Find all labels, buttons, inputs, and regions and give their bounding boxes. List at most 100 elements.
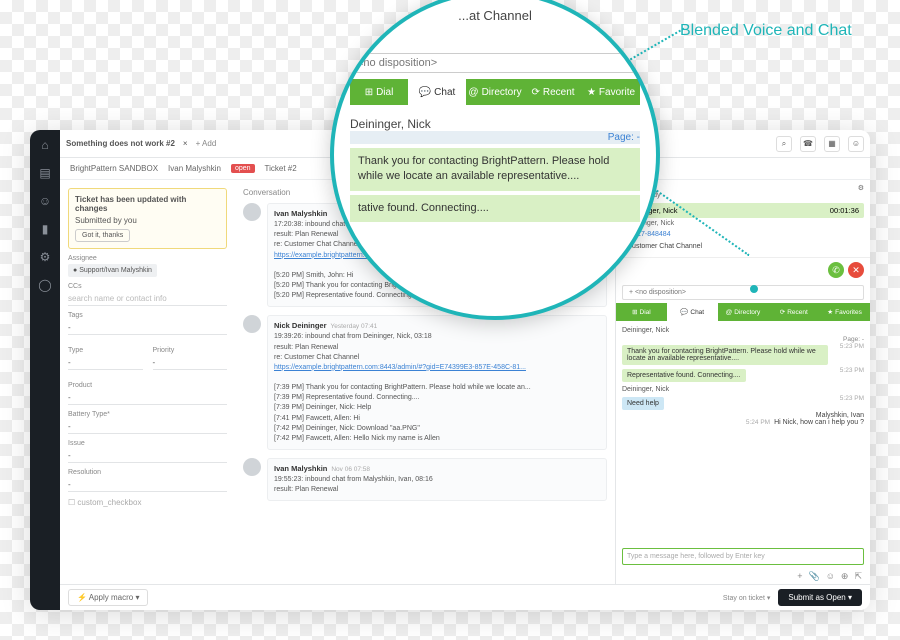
avatar xyxy=(243,203,261,221)
agent-message: Hi Nick, how can i help you ? xyxy=(774,419,864,426)
talk-icon[interactable]: ☎ xyxy=(800,136,816,152)
tab-favorites[interactable]: ★ Favorites xyxy=(819,303,870,321)
post-line: [7:39 PM] Representative found. Connecti… xyxy=(274,393,600,403)
mag-from: Deininger, Nick xyxy=(350,117,640,131)
active-interaction[interactable]: Deininger, Nick00:01:36 xyxy=(622,203,864,218)
mag-title: ...at Channel xyxy=(350,8,640,23)
link[interactable]: https://example.brightpattern.com:8443/a… xyxy=(274,364,526,371)
end-button[interactable]: ✕ xyxy=(848,262,864,278)
chat-from: Deininger, Nick xyxy=(622,327,864,334)
submit-button[interactable]: Submit as Open ▾ xyxy=(778,589,862,606)
more-icon[interactable]: ⇱ xyxy=(854,571,862,582)
alert-msg: Ticket has been updated with changes xyxy=(75,195,220,213)
customer-message: Need help xyxy=(622,397,664,410)
footer-bar: ⚡ Apply macro ▾ Stay on ticket ▾ Submit … xyxy=(60,584,870,610)
views-icon[interactable]: ▤ xyxy=(38,166,52,180)
tab-directory[interactable]: @ Directory xyxy=(718,303,769,321)
chat-from: Deininger, Nick xyxy=(622,386,864,393)
profile-icon[interactable]: ☺ xyxy=(848,136,864,152)
stay-on-ticket[interactable]: Stay on ticket ▾ xyxy=(723,594,771,602)
tab-recent[interactable]: ⟳ Recent xyxy=(768,303,819,321)
tab-close-icon[interactable]: × xyxy=(183,139,188,148)
alert-by: Submitted by you xyxy=(75,216,220,225)
magnifier-overlay: ...at Channel <no disposition> ⊞ Dial 💬 … xyxy=(330,0,660,320)
settings-icon[interactable]: ⚙ xyxy=(38,250,52,264)
add-tab-button[interactable]: + Add xyxy=(196,139,217,148)
ccs-input[interactable]: search name or contact info xyxy=(68,292,227,306)
assignee-value[interactable]: ● Support/Ivan Malyshkin xyxy=(68,264,157,277)
mag-tab-chat[interactable]: 💬 Chat xyxy=(408,79,466,105)
post-line: 19:55:23: inbound chat from Malyshkin, I… xyxy=(274,475,600,485)
gear-icon[interactable]: ⚙ xyxy=(858,184,864,192)
resolution-label: Resolution xyxy=(68,469,227,476)
crumb-org[interactable]: BrightPattern SANDBOX xyxy=(70,164,158,173)
agent-name: Malyshkin, Ivan xyxy=(816,412,864,419)
emoji-icon[interactable]: ☺ xyxy=(826,571,835,582)
mag-tab-directory[interactable]: @ Directory xyxy=(466,79,524,105)
ccs-label: CCs xyxy=(68,283,227,290)
chat-area: Deininger, Nick Page: - Thank you for co… xyxy=(616,321,870,544)
product-select[interactable]: - xyxy=(68,391,227,405)
mag-tab-recent[interactable]: ⟳ Recent xyxy=(524,79,582,105)
left-nav: ⌂ ▤ ☺ ▮ ⚙ ◯ xyxy=(30,130,60,610)
post-line xyxy=(274,373,600,383)
issue-label: Issue xyxy=(68,440,227,447)
call-timer: 00:01:36 xyxy=(830,206,859,215)
post-time: Nov 06 07:58 xyxy=(331,466,370,473)
mag-system-message: Thank you for contacting BrightPattern. … xyxy=(350,148,640,191)
ticket-fields-panel: Ticket has been updated with changes Sub… xyxy=(60,180,235,584)
post-line: https://example.brightpattern.com:8443/a… xyxy=(274,363,600,373)
post-line: re: Customer Chat Channel xyxy=(274,353,600,363)
checkbox-icon[interactable]: ☐ xyxy=(68,498,75,507)
reports-icon[interactable]: ▮ xyxy=(38,222,52,236)
msg-time: 5:24 PM xyxy=(746,419,770,426)
avatar xyxy=(243,315,261,333)
post-author: Ivan Malyshkin xyxy=(274,209,327,218)
system-message: Thank you for contacting BrightPattern. … xyxy=(622,345,828,365)
mag-disposition[interactable]: <no disposition> xyxy=(350,53,640,73)
apply-macro-button[interactable]: ⚡ Apply macro ▾ xyxy=(68,589,148,606)
accept-button[interactable]: ✆ xyxy=(828,262,844,278)
contact-phone[interactable]: 1-617-848484 xyxy=(622,229,864,240)
type-label: Type xyxy=(68,347,143,354)
resolution-select[interactable]: - xyxy=(68,478,227,492)
message-input[interactable]: Type a message here, followed by Enter k… xyxy=(622,548,864,565)
msg-time: 5:23 PM xyxy=(840,367,864,374)
priority-select[interactable]: - xyxy=(153,356,228,370)
battery-select[interactable]: - xyxy=(68,420,227,434)
crumb-ticket: Ticket #2 xyxy=(265,164,297,173)
mag-tab-favorite[interactable]: ★ Favorite xyxy=(582,79,640,105)
chat-icon[interactable]: ◯ xyxy=(38,278,52,292)
issue-select[interactable]: - xyxy=(68,449,227,463)
apps-icon[interactable]: ▦ xyxy=(824,136,840,152)
contact-name: Deininger, Nick xyxy=(622,218,864,229)
ticket-tab-title[interactable]: Something does not work #2 xyxy=(66,139,175,148)
msg-time: 5:23 PM xyxy=(840,343,864,350)
chat-page: Page: - xyxy=(622,336,864,343)
search-icon[interactable]: ⌕ xyxy=(776,136,792,152)
custom-checkbox-label: custom_checkbox xyxy=(77,498,141,507)
msg-time: 5:23 PM xyxy=(840,395,864,402)
cobrowse-icon[interactable]: ⊕ xyxy=(841,571,849,582)
type-select[interactable]: - xyxy=(68,356,143,370)
callout-label: Blended Voice and Chat xyxy=(680,22,852,40)
disposition-select[interactable]: + <no disposition> xyxy=(622,285,864,300)
assignee-label: Assignee xyxy=(68,255,227,262)
mag-tab-dial[interactable]: ⊞ Dial xyxy=(350,79,408,105)
post-line: [7:42 PM] Deininger, Nick: Download "aa.… xyxy=(274,424,600,434)
attach-icon[interactable]: 📎 xyxy=(808,571,819,582)
crumb-user[interactable]: Ivan Malyshkin xyxy=(168,164,221,173)
post-line: [7:41 PM] Fawcett, Allen: Hi xyxy=(274,414,600,424)
tags-input[interactable]: - xyxy=(68,321,227,335)
user-icon[interactable]: ☺ xyxy=(38,194,52,208)
add-icon[interactable]: + xyxy=(797,571,802,582)
mag-tabs: ⊞ Dial 💬 Chat @ Directory ⟳ Recent ★ Fav… xyxy=(350,79,640,105)
post-author: Ivan Malyshkin xyxy=(274,464,327,473)
post-line: [7:39 PM] Deininger, Nick: Help xyxy=(274,403,600,413)
got-it-button[interactable]: Got it, thanks xyxy=(75,229,130,242)
home-icon[interactable]: ⌂ xyxy=(38,138,52,152)
priority-label: Priority xyxy=(153,347,228,354)
tab-chat[interactable]: 💬 Chat xyxy=(667,303,718,321)
update-alert: Ticket has been updated with changes Sub… xyxy=(68,188,227,249)
post-line: [7:42 PM] Fawcett, Allen: Hello Nick my … xyxy=(274,434,600,444)
